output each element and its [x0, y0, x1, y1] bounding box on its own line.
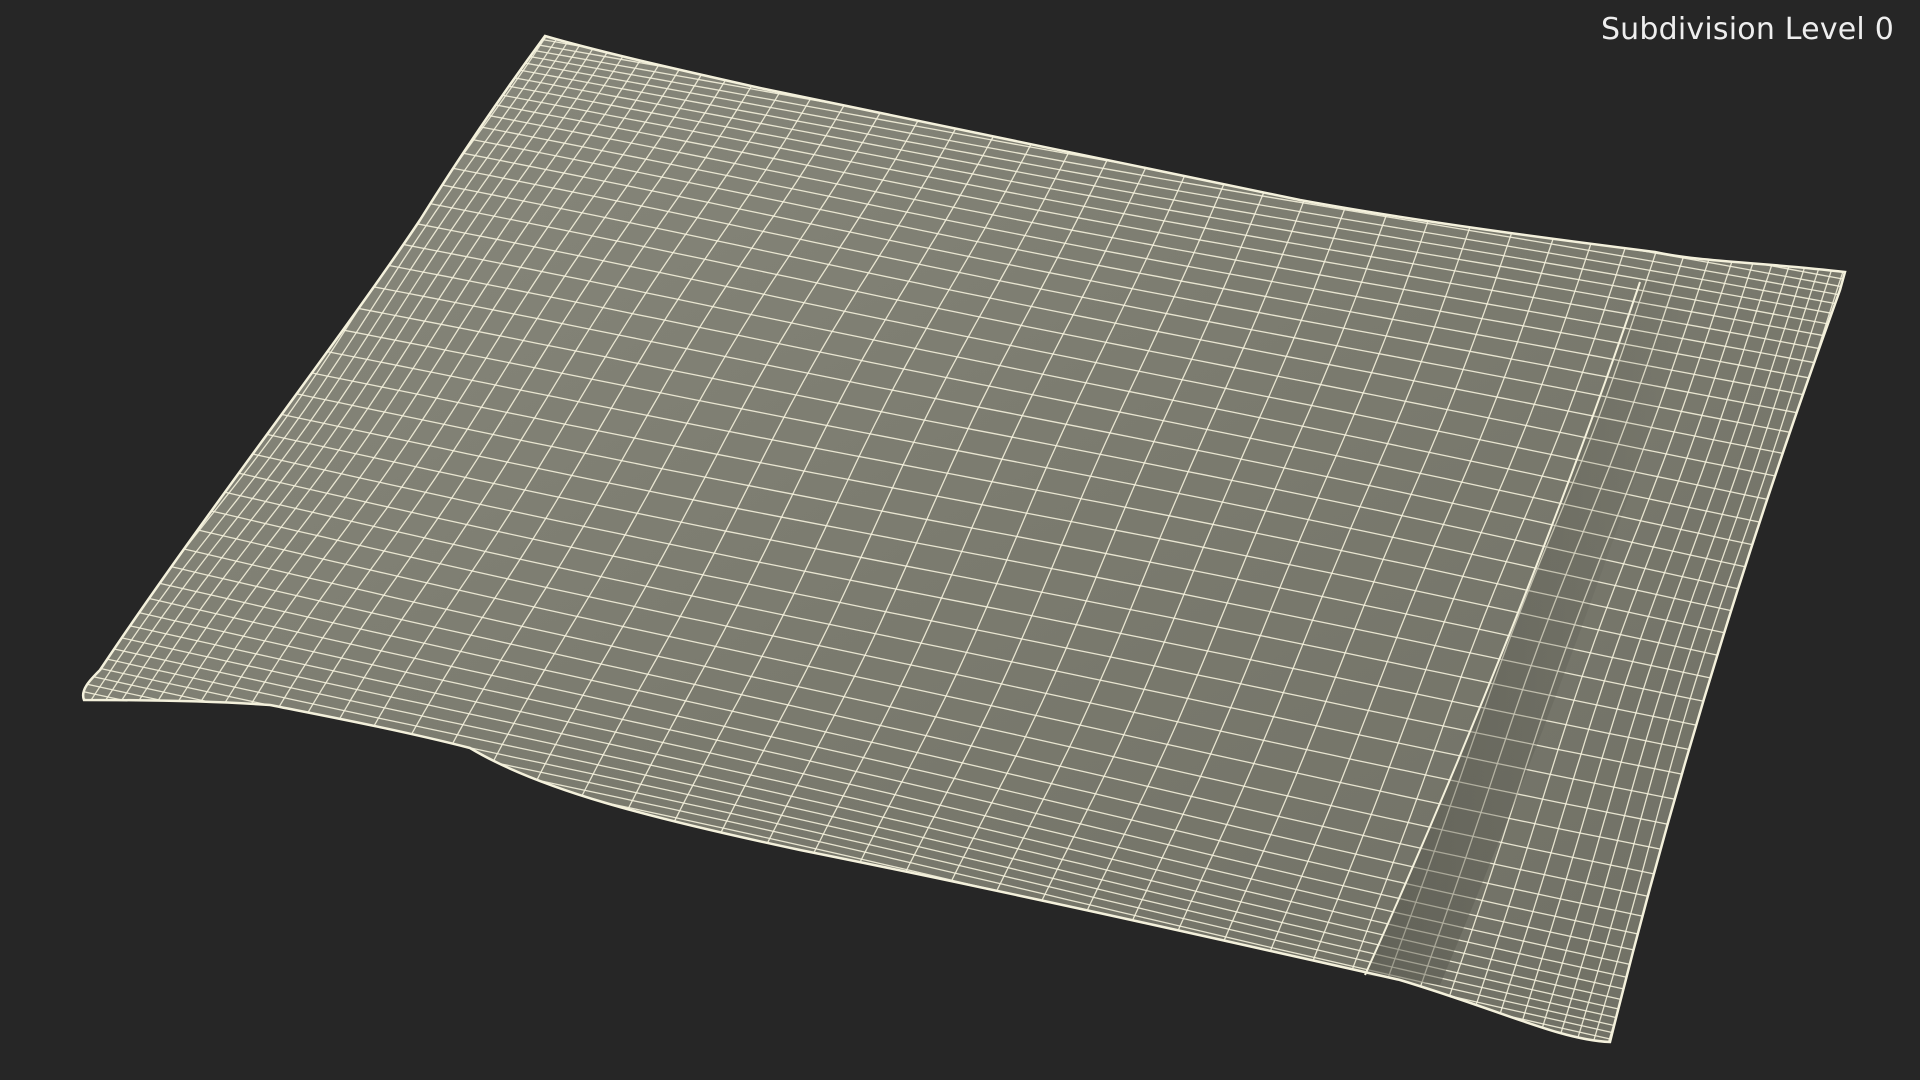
- subdivision-level-label: Subdivision Level 0: [1600, 12, 1894, 47]
- wireframe-mesh: [81, 34, 1847, 1044]
- render-viewport: Subdivision Level 0: [0, 0, 1920, 1080]
